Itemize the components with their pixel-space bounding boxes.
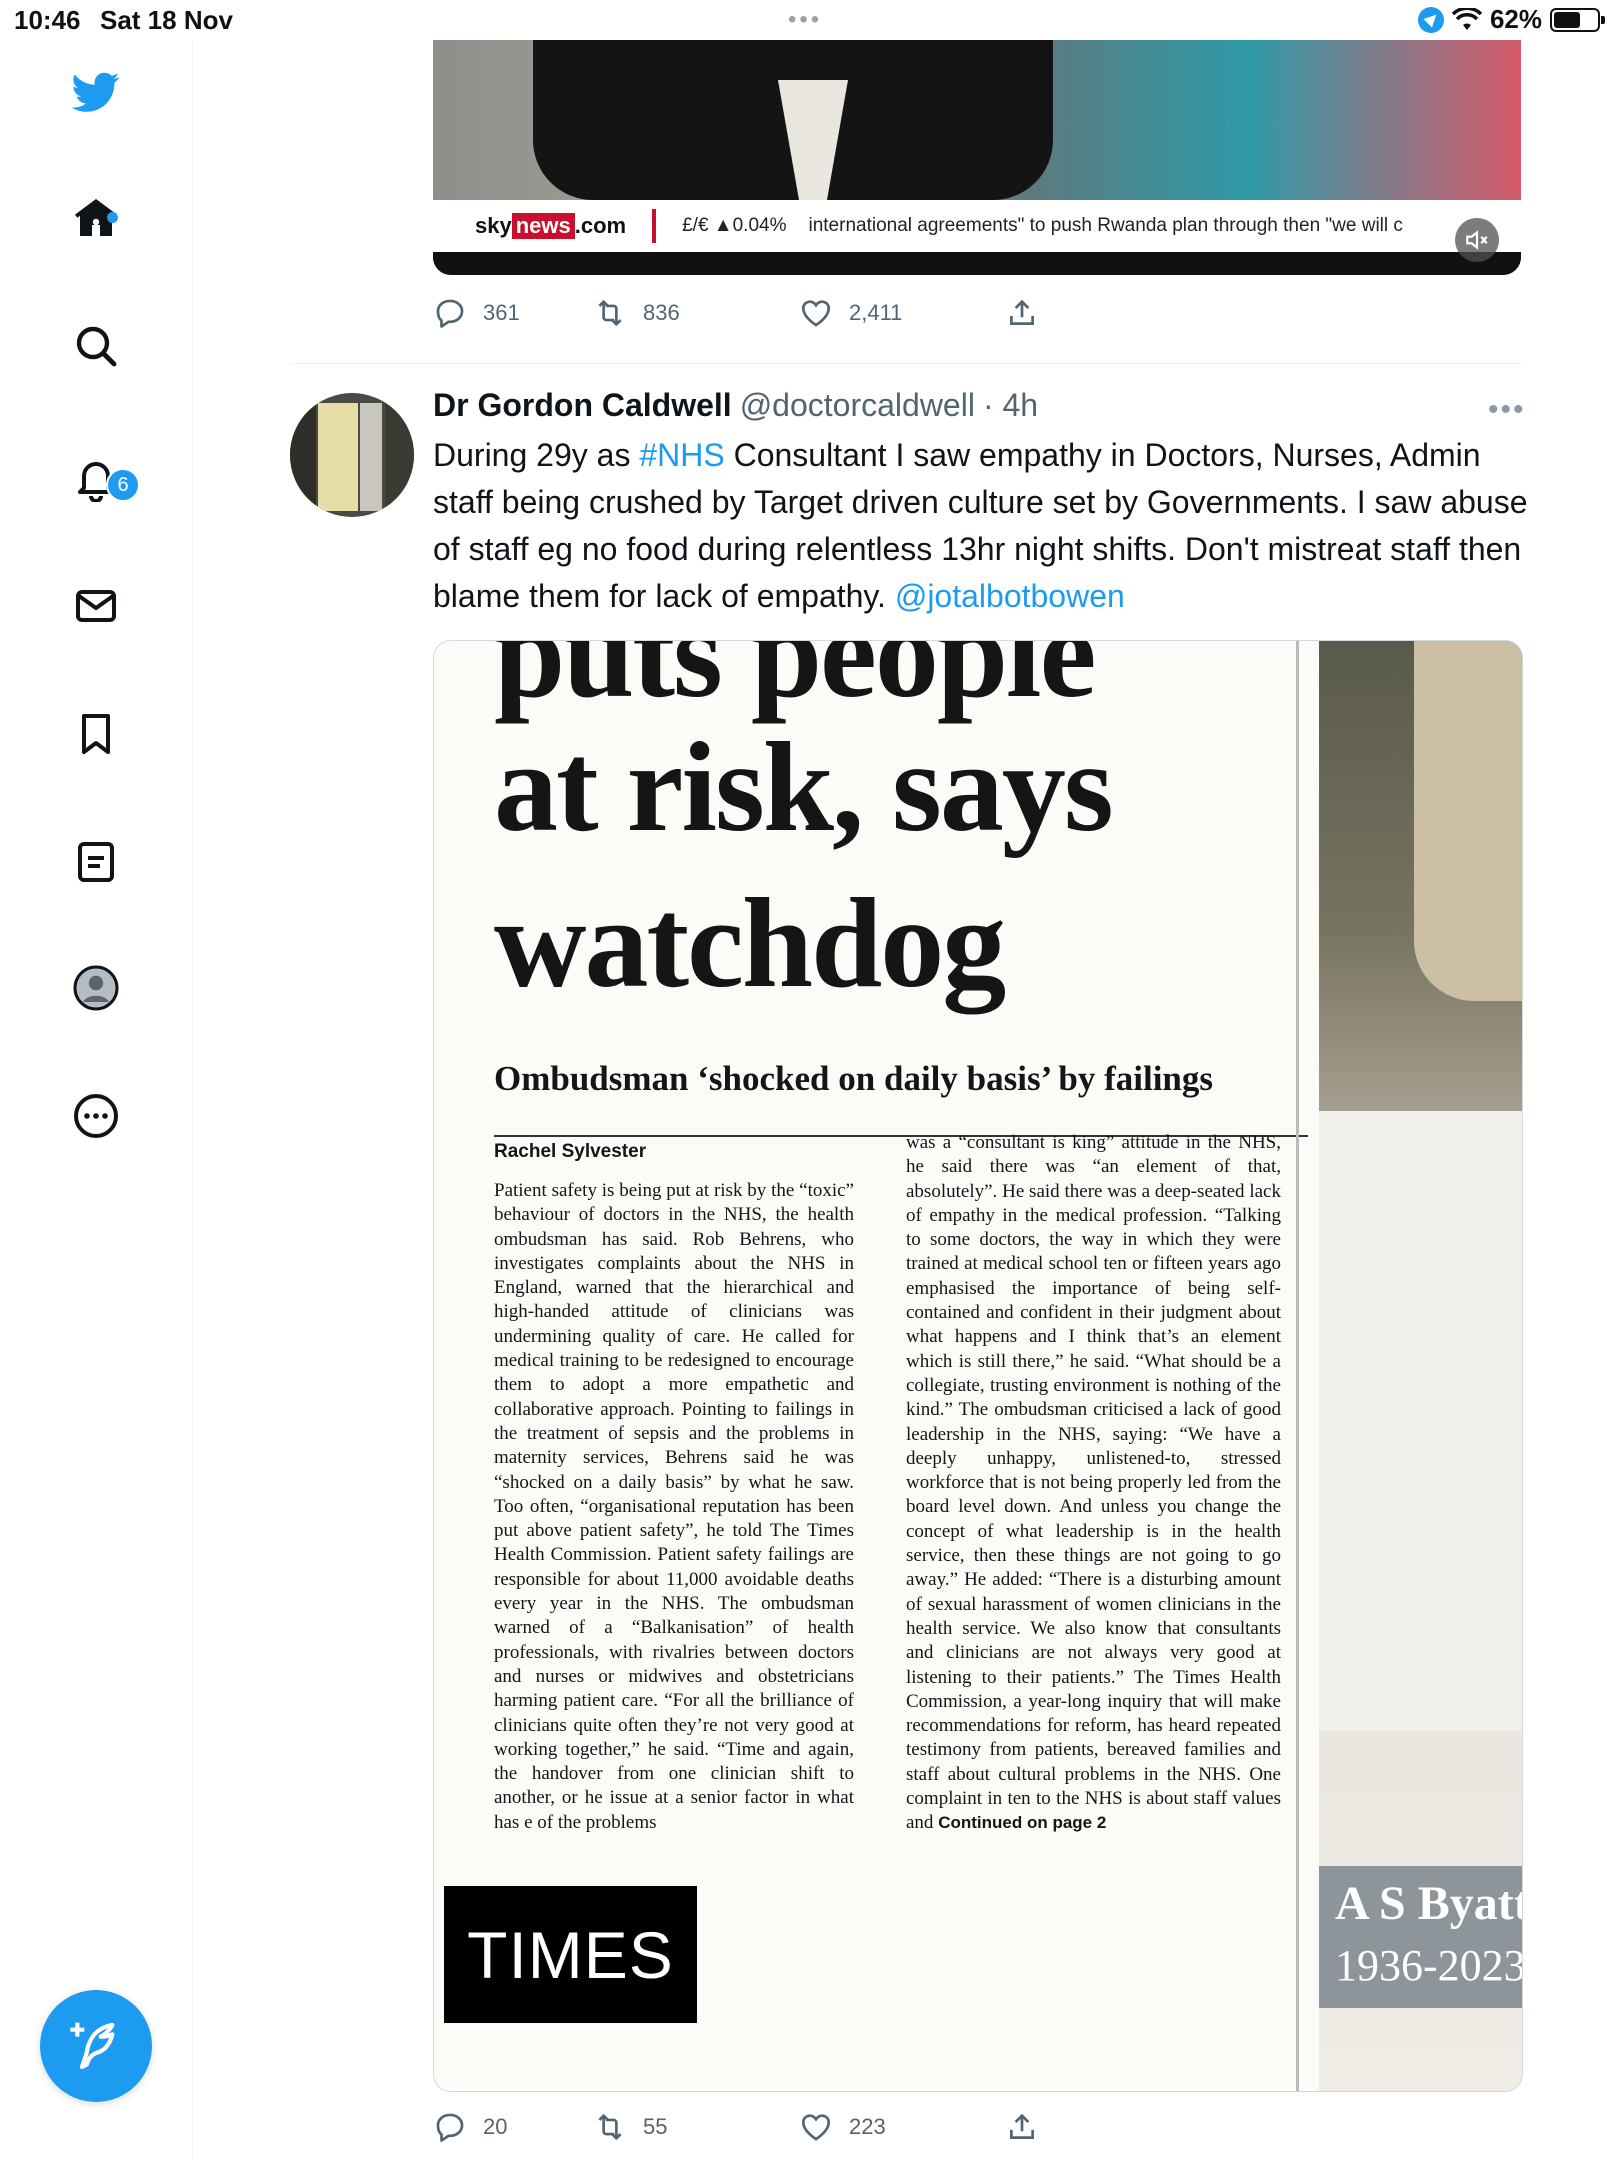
retweet-count: 836 [643,300,680,325]
ticker-news: news [511,213,575,239]
ticker-headline: international agreements" to push Rwanda… [808,215,1403,236]
status-icons: 62% [1417,4,1605,35]
search-icon[interactable] [70,320,122,372]
mail-icon[interactable] [70,580,122,632]
times-watermark: TIMES [444,1886,697,2023]
twitter-bird-icon[interactable] [70,66,122,118]
avatar[interactable] [290,393,414,517]
retweet-button[interactable]: 836 [593,296,799,330]
status-bar: 10:46 Sat 18 Nov ••• 62% [0,0,1620,40]
obituary-caption: A S Byatt 1936-2023 [1319,1866,1522,2008]
news-ticker: sky news .com £/€ ▲0.04% international a… [433,200,1521,252]
continued-label: Continued on page 2 [938,1813,1107,1833]
ticker-fx: £/€ ▲0.04% [682,215,787,236]
home-unread-dot [107,212,118,223]
battery-percent: 62% [1489,4,1542,34]
more-icon[interactable] [70,1090,122,1142]
column-rule [1296,641,1299,2091]
reply-count: 20 [483,2114,508,2139]
headline-line-1: puts people [494,640,1096,724]
reply-icon [436,2113,464,2142]
article-column-2-text: was a “consultant is king” attitude in t… [906,1132,1281,1834]
tweet-text-part: During 29y as [433,437,640,473]
byline: Rachel Sylvester [494,1141,647,1162]
tweet-more-icon[interactable]: ••• [1488,393,1526,427]
retweet-button[interactable]: 55 [593,2110,799,2144]
date: Sat 18 Nov [100,5,233,35]
share-button[interactable] [1005,2110,1039,2144]
retweet-count: 55 [643,2114,668,2139]
ticker-sky: sky [475,213,512,238]
author-handle[interactable]: @doctorcaldwell [740,387,975,424]
reply-count: 361 [483,300,520,325]
newspaper-clipping: puts people at risk, says watchdog Ombud… [434,641,1319,2091]
subheadline: Ombudsman ‘shocked on daily basis’ by fa… [494,1059,1214,1098]
author-name[interactable]: Dr Gordon Caldwell [433,387,732,424]
sidebar: 6 [0,40,193,2160]
article-column-1: Patient safety is being put at risk by t… [494,1180,854,1833]
tweet-time[interactable]: · 4h [983,387,1038,424]
heart-icon [801,300,831,327]
mention-link[interactable]: @jotalbotbowen [895,578,1125,614]
video-player[interactable]: sky news .com £/€ ▲0.04% international a… [433,0,1521,275]
multitask-dots[interactable]: ••• [788,6,822,34]
heart-icon [801,2114,831,2141]
share-icon [1010,299,1034,325]
headline-line-3: watchdog [494,872,1006,1014]
video-progress-bar[interactable] [433,252,1521,275]
wifi-icon [1451,7,1482,30]
tweet-actions-1: 361 836 2,411 [433,296,1039,330]
hashtag-link[interactable]: #NHS [639,437,724,473]
side-photo: A S Byatt 1936-2023 [1319,641,1522,2091]
share-icon [1010,2113,1034,2139]
feather-plus-icon [70,2022,115,2070]
clock: 10:46 [14,5,81,35]
ticker-com: .com [574,213,627,238]
compose-tweet-button[interactable] [40,1990,152,2102]
notification-badge: 6 [106,468,140,502]
article-column-2: was a “consultant is king” attitude in t… [906,1131,1281,1836]
muted-speaker-icon [1466,230,1488,250]
tweet-header: Dr Gordon Caldwell @doctorcaldwell · 4h [433,387,1038,424]
headline-line-2: at risk, says [494,716,1114,858]
retweet-icon [598,300,622,326]
like-count: 223 [849,2114,886,2139]
location-icon [1417,6,1444,33]
like-count: 2,411 [849,300,903,325]
tweet-text: During 29y as #NHS Consultant I saw empa… [433,432,1533,620]
tweet-actions-2: 20 55 223 [433,2110,1039,2144]
obituary-name: A S Byatt [1335,1877,1523,1930]
profile-icon[interactable] [70,962,122,1014]
ticker-separator [652,209,657,243]
like-button[interactable]: 2,411 [799,296,1005,330]
battery-fill [1554,11,1580,28]
tweet-image[interactable]: puts people at risk, says watchdog Ombud… [433,640,1523,2092]
reply-button[interactable]: 361 [433,296,593,330]
like-button[interactable]: 223 [799,2110,1005,2144]
bookmark-icon[interactable] [70,708,122,760]
obituary-years: 1936-2023 [1335,1941,1523,1990]
tweet-divider [290,363,1521,364]
reply-button[interactable]: 20 [433,2110,593,2144]
mute-button[interactable] [1455,218,1499,262]
retweet-icon [598,2114,622,2140]
battery-icon [1550,7,1605,32]
share-button[interactable] [1005,296,1039,330]
lists-icon[interactable] [70,836,122,888]
reply-icon [436,299,464,328]
